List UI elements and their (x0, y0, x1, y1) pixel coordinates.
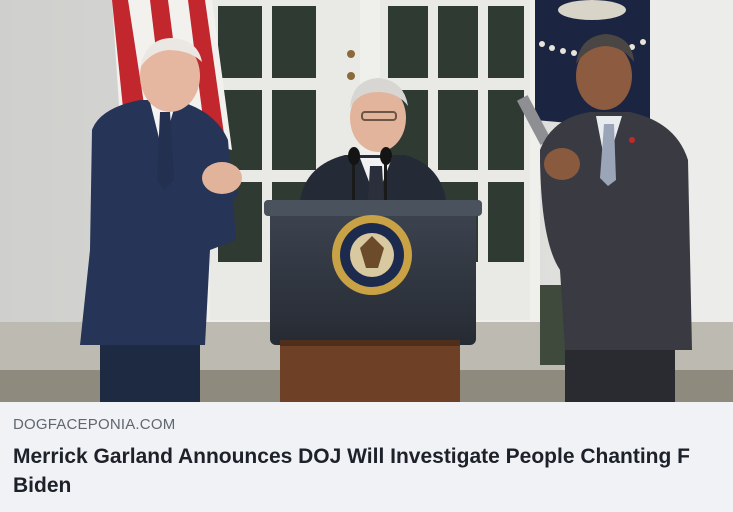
source-domain: DOGFACEPONIA.COM (13, 416, 176, 433)
preview-caption[interactable]: DOGFACEPONIA.COM Merrick Garland Announc… (0, 402, 733, 512)
press-photo-image (0, 0, 733, 402)
article-headline[interactable]: Merrick Garland Announces DOJ Will Inves… (13, 442, 713, 500)
preview-photo[interactable] (0, 0, 733, 402)
link-preview-card[interactable]: DOGFACEPONIA.COM Merrick Garland Announc… (0, 0, 733, 512)
podium (264, 200, 482, 402)
